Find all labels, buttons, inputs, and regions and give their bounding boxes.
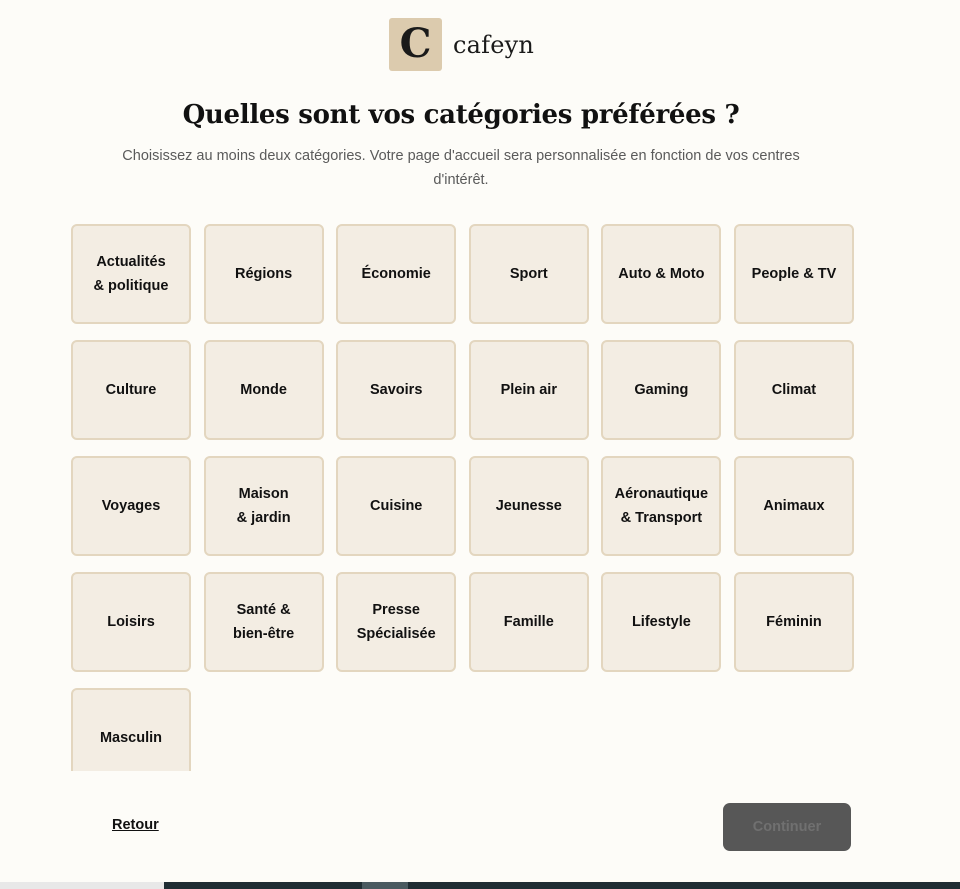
page-subtitle: Choisissez au moins deux catégories. Vot… [122, 148, 800, 188]
category-tile-masculin[interactable]: Masculin [71, 688, 191, 771]
category-tile-maison-jardin[interactable]: Maison & jardin [203, 456, 324, 556]
category-tile-plein-air[interactable]: Plein air [468, 340, 589, 440]
cafeyn-logo: C cafeyn [389, 18, 534, 71]
logo-wordmark: cafeyn [453, 30, 535, 59]
category-tile-climat[interactable]: Climat [733, 340, 854, 440]
category-tile-feminin[interactable]: Féminin [733, 572, 854, 672]
category-tile-regions[interactable]: Régions [203, 224, 324, 324]
category-tile-jeunesse[interactable]: Jeunesse [468, 456, 589, 556]
category-tile-auto-moto[interactable]: Auto & Moto [601, 224, 722, 324]
category-tile-animaux[interactable]: Animaux [733, 456, 854, 556]
category-tile-cuisine[interactable]: Cuisine [336, 456, 457, 556]
category-tile-aeronautique-transport[interactable]: Aéronautique & Transport [601, 456, 722, 556]
category-tile-sport[interactable]: Sport [468, 224, 589, 324]
onboarding-page: C cafeyn Quelles sont vos catégories pré… [0, 0, 960, 889]
category-tile-actualites-politique[interactable]: Actualités & politique [71, 224, 191, 324]
page-title: Quelles sont vos catégories préférées ? [182, 100, 740, 130]
category-tile-sante-bien-etre[interactable]: Santé & bien-être [203, 572, 324, 672]
category-tile-monde[interactable]: Monde [203, 340, 324, 440]
category-tile-economie[interactable]: Économie [336, 224, 457, 324]
taskbar-active-segment [362, 882, 408, 889]
category-tile-people-tv[interactable]: People & TV [733, 224, 854, 324]
continue-button[interactable]: Continuer [723, 803, 851, 851]
category-tile-presse-specialisee[interactable]: Presse Spécialisée [336, 572, 457, 672]
category-grid: Actualités & politique Régions Économie Spo… [71, 224, 871, 771]
logo-mark-icon: C [389, 18, 442, 71]
category-tile-savoirs[interactable]: Savoirs [336, 340, 457, 440]
category-tile-gaming[interactable]: Gaming [601, 340, 722, 440]
category-tile-culture[interactable]: Culture [71, 340, 191, 440]
back-link[interactable]: Retour [112, 817, 159, 833]
category-grid-scroll-area[interactable]: Actualités & politique Régions Économie Spo… [71, 224, 871, 771]
category-tile-loisirs[interactable]: Loisirs [71, 572, 191, 672]
logo-mark-letter: C [399, 19, 432, 67]
os-taskbar-strip [0, 882, 960, 889]
category-tile-famille[interactable]: Famille [468, 572, 589, 672]
category-tile-voyages[interactable]: Voyages [71, 456, 191, 556]
taskbar-dark-segment [164, 882, 960, 889]
category-tile-lifestyle[interactable]: Lifestyle [601, 572, 722, 672]
